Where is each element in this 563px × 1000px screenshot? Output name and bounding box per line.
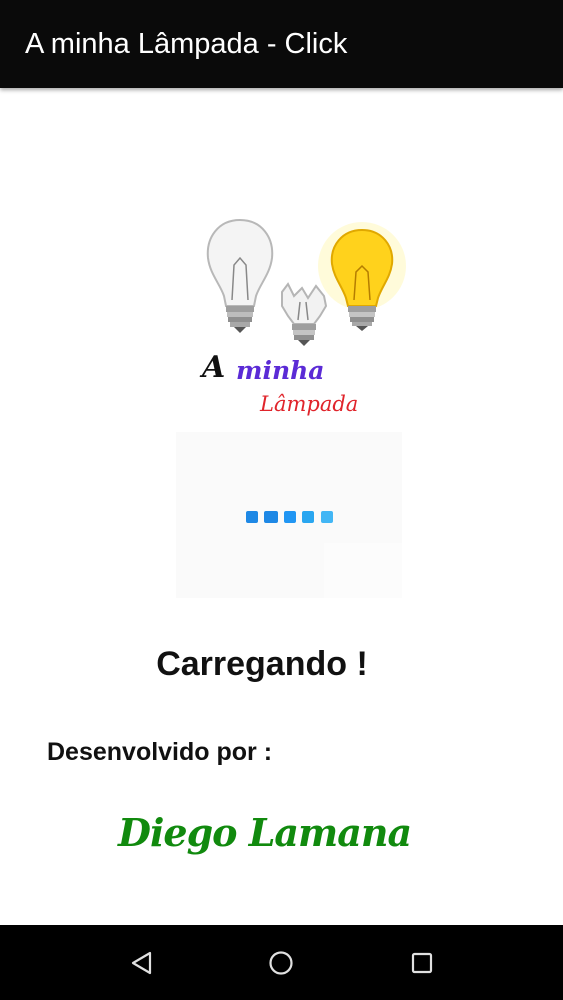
logo-text-minha: minha — [236, 356, 325, 385]
back-button[interactable] — [121, 943, 161, 983]
recents-button[interactable] — [402, 943, 442, 983]
loader-square — [321, 511, 333, 523]
home-button[interactable] — [261, 943, 301, 983]
bulbs-illustration — [206, 218, 406, 346]
back-icon — [131, 951, 152, 975]
developer-label: Desenvolvido por : — [47, 738, 273, 766]
app-bar: A minha Lâmpada - Click — [0, 0, 563, 88]
logo-text-a: A — [202, 350, 226, 385]
recents-icon — [411, 952, 433, 974]
loader-square — [284, 511, 296, 523]
broken-bulb-icon — [281, 282, 328, 346]
loading-indicator — [176, 432, 402, 598]
developer-name: Diego Lamana — [118, 810, 412, 855]
loader-square — [264, 511, 278, 523]
system-navigation-bar — [0, 925, 563, 1000]
unlit-bulb-icon — [206, 218, 274, 333]
app-logo: A minha Lâmpada — [190, 210, 420, 435]
logo-text-lampada: Lâmpada — [260, 392, 359, 416]
loader-square — [302, 511, 314, 523]
home-icon — [269, 951, 293, 975]
loading-status-text: Carregando ! — [156, 645, 368, 683]
app-title: A minha Lâmpada - Click — [25, 28, 348, 60]
lit-bulb-icon — [318, 222, 406, 331]
loader-square — [246, 511, 258, 523]
